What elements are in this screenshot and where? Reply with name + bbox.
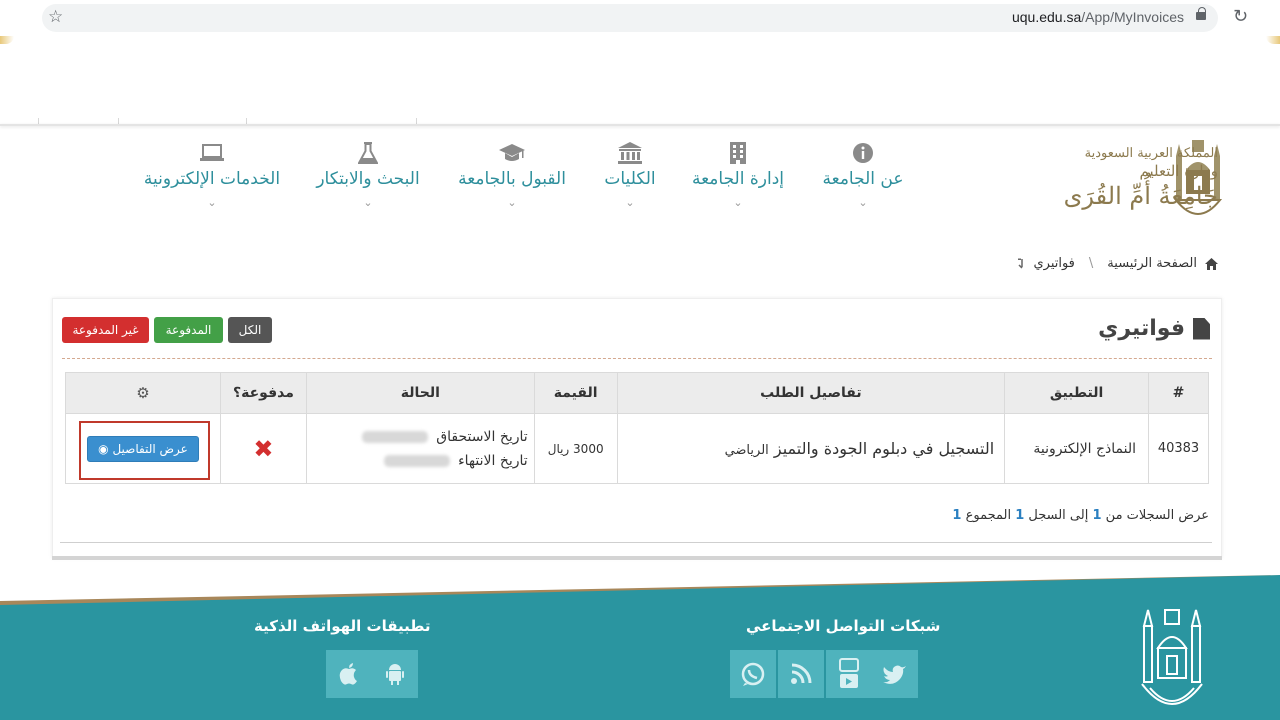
chevron-down-icon: ⌄ (733, 196, 743, 209)
divider (62, 358, 1212, 359)
home-icon[interactable] (1205, 257, 1218, 270)
laptop-icon (200, 144, 224, 161)
android-icon[interactable] (372, 650, 418, 698)
nav-item-eservices[interactable]: الخدمات الإلكترونية ⌄ (138, 140, 286, 226)
institution-icon (618, 142, 642, 164)
cell-paid: ✖ (219, 413, 307, 484)
cell-actions: عرض التفاصيل ◉ (65, 413, 221, 484)
records-total-label: المجموع (965, 508, 1012, 523)
top-banner (0, 36, 1280, 126)
nav-item-colleges[interactable]: الكليات ⌄ (594, 140, 666, 226)
logo-university-name: جَامِعَةُ أُمِّ القُرَى (1063, 182, 1218, 210)
chevron-down-icon: ⌄ (507, 196, 517, 209)
column-header-number[interactable]: # (1148, 372, 1209, 414)
nav-item-about[interactable]: عن الجامعة ⌄ (818, 140, 908, 226)
column-header-value[interactable]: القيمة (533, 372, 618, 414)
file-icon (1193, 317, 1210, 340)
mobile-apps-title: تطبيقات الهواتف الذكية (254, 617, 431, 635)
browser-toolbar: ☆ uqu.edu.sa/App/MyInvoices ↻ (0, 0, 1280, 36)
twitter-icon[interactable] (872, 650, 918, 698)
records-to-label: إلى السجل (1028, 508, 1089, 523)
whatsapp-icon[interactable] (730, 650, 776, 698)
chevron-down-icon: ⌄ (363, 196, 373, 209)
bookmark-star-icon[interactable]: ☆ (48, 6, 63, 28)
university-logo-text[interactable]: المملكة العربية السعودية وزارة التعليم ج… (1064, 146, 1218, 212)
page-title-text: فواتيري (1098, 316, 1185, 341)
table-header-row: # التطبيق تفاصيل الطلب القيمة الحالة مدف… (65, 372, 1209, 414)
nav-item-admission[interactable]: القبول بالجامعة ⌄ (448, 140, 576, 226)
details-main-text: التسجيل في دبلوم الجودة والتميز (773, 439, 995, 458)
panel-bottom-bar (52, 556, 1222, 560)
reload-icon[interactable]: ↻ (1233, 6, 1248, 27)
filter-paid-button[interactable]: المدفوعة (154, 317, 223, 343)
footer-emblem-icon (1141, 609, 1203, 705)
nav-label: إدارة الجامعة (691, 169, 784, 189)
cell-value: 3000 ريال (533, 413, 618, 484)
logo-country: المملكة العربية السعودية (1084, 146, 1218, 161)
lock-icon[interactable] (1196, 7, 1206, 20)
end-date-line: تاريخ الانتهاء (307, 449, 528, 473)
nav-label: القبول بالجامعة (458, 169, 566, 189)
breadcrumb-current: فواتيري (1033, 256, 1075, 271)
breadcrumb-separator: \ (1088, 256, 1094, 271)
cell-app: النماذج الإلكترونية (1004, 413, 1150, 484)
end-date-blurred (383, 454, 450, 467)
cell-invoice-id: 40383 (1148, 413, 1209, 484)
flask-icon (358, 142, 378, 164)
nav-label: البحث والابتكار (316, 169, 420, 189)
records-total: 1 (952, 508, 962, 523)
due-date-line: تاريخ الاستحقاق (307, 425, 528, 449)
chevron-down-icon: ⌄ (858, 196, 868, 209)
highlight-frame (79, 421, 210, 480)
breadcrumb-home[interactable]: الصفحة الرئيسية (1107, 256, 1197, 271)
youtube-icon[interactable] (826, 650, 872, 698)
column-header-app[interactable]: التطبيق (1004, 372, 1150, 414)
invoices-table: # التطبيق تفاصيل الطلب القيمة الحالة مدف… (65, 372, 1209, 484)
filter-all-button[interactable]: الكل (228, 317, 272, 343)
address-url[interactable]: uqu.edu.sa/App/MyInvoices (1012, 9, 1184, 25)
info-icon (853, 143, 873, 163)
nav-label: الكليات (604, 169, 656, 189)
cell-details: التسجيل في دبلوم الجودة والتميز الرياضي (616, 413, 1006, 484)
table-row: 40383 النماذج الإلكترونية التسجيل في دبل… (65, 413, 1209, 484)
logo-ministry: وزارة التعليم (1139, 162, 1218, 180)
url-path: /App/MyInvoices (1081, 9, 1184, 25)
records-summary: عرض السجلات من 1 إلى السجل 1 المجموع 1 (952, 508, 1209, 523)
sort-arrow-icon (1018, 258, 1024, 269)
nav-label: عن الجامعة (822, 169, 904, 189)
page-title: فواتيري (1098, 316, 1210, 341)
rss-icon[interactable] (778, 650, 824, 698)
column-header-paid[interactable]: مدفوعة؟ (219, 372, 307, 414)
due-date-label: تاريخ الاستحقاق (436, 428, 528, 445)
column-header-status[interactable]: الحالة (305, 372, 535, 414)
records-from-label: عرض السجلات من (1105, 508, 1209, 523)
gear-icon: ⚙ (136, 384, 150, 402)
breadcrumb: الصفحة الرئيسية \ فواتيري (1017, 256, 1218, 271)
building-icon (730, 142, 746, 164)
end-date-label: تاريخ الانتهاء (458, 452, 528, 469)
cell-status: تاريخ الاستحقاق تاريخ الانتهاء (305, 413, 535, 484)
due-date-blurred (361, 430, 428, 443)
column-header-actions: ⚙ (65, 372, 221, 414)
graduation-cap-icon (499, 144, 525, 161)
divider (60, 542, 1212, 543)
header-separator (0, 124, 1280, 126)
records-from: 1 (1092, 508, 1102, 523)
social-networks-title: شبكات التواصل الاجتماعي (746, 617, 941, 635)
chevron-down-icon: ⌄ (625, 196, 635, 209)
nav-label: الخدمات الإلكترونية (143, 169, 281, 189)
url-host: uqu.edu.sa (1011, 9, 1082, 25)
nav-item-administration[interactable]: إدارة الجامعة ⌄ (688, 140, 788, 226)
nav-item-research[interactable]: البحث والابتكار ⌄ (310, 140, 426, 226)
column-header-details[interactable]: تفاصيل الطلب (616, 372, 1006, 414)
unpaid-x-icon: ✖ (253, 434, 274, 463)
details-suffix-text: الرياضي (724, 443, 769, 458)
chevron-down-icon: ⌄ (207, 196, 217, 209)
filter-unpaid-button[interactable]: غير المدفوعة (62, 317, 149, 343)
records-to: 1 (1015, 508, 1025, 523)
apple-icon[interactable] (326, 650, 372, 698)
